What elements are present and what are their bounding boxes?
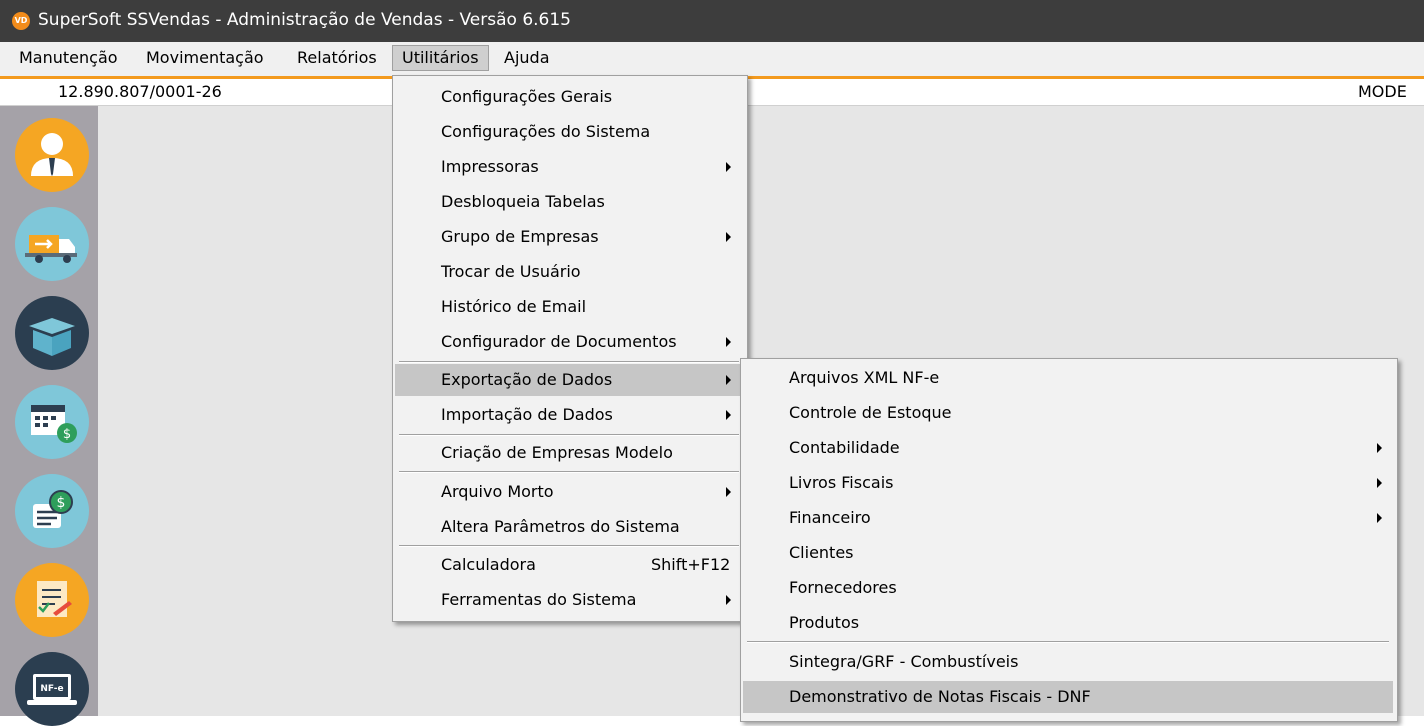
sidebar-documents-button[interactable] <box>15 563 89 637</box>
menu-separator <box>399 545 739 547</box>
submenu-item-clientes[interactable]: Clientes <box>743 537 1393 569</box>
menu-item-importacao-dados[interactable]: Importação de Dados <box>395 399 743 431</box>
sidebar-user-button[interactable] <box>15 118 89 192</box>
menu-item-exportacao-dados[interactable]: Exportação de Dados <box>395 364 743 396</box>
submenu-item-demonstrativo-dnf[interactable]: Demonstrativo de Notas Fiscais - DNF <box>743 681 1393 713</box>
menu-item-ferramentas-sistema[interactable]: Ferramentas do Sistema <box>395 584 743 616</box>
svg-text:NF-e: NF-e <box>40 684 63 694</box>
sidebar: $ $ NF-e <box>0 106 98 726</box>
submenu-arrow-icon <box>726 162 731 172</box>
utilitarios-dropdown-menu: Configurações Gerais Configurações do Si… <box>392 75 748 622</box>
menu-item-configuracoes-sistema[interactable]: Configurações do Sistema <box>395 116 743 148</box>
cnpj-label: 12.890.807/0001-26 <box>58 82 222 101</box>
menu-separator <box>747 641 1389 643</box>
menu-relatorios[interactable]: Relatórios <box>288 46 386 70</box>
submenu-arrow-icon <box>726 337 731 347</box>
menu-item-desbloqueia-tabelas[interactable]: Desbloqueia Tabelas <box>395 186 743 218</box>
menu-item-historico-email[interactable]: Histórico de Email <box>395 291 743 323</box>
calculadora-shortcut: Shift+F12 <box>651 555 731 574</box>
sidebar-stock-button[interactable] <box>15 296 89 370</box>
menu-item-arquivo-morto[interactable]: Arquivo Morto <box>395 476 743 508</box>
svg-text:$: $ <box>57 495 66 511</box>
sidebar-delivery-button[interactable] <box>15 207 89 281</box>
submenu-item-financeiro[interactable]: Financeiro <box>743 502 1393 534</box>
menu-item-trocar-usuario[interactable]: Trocar de Usuário <box>395 256 743 288</box>
menu-ajuda[interactable]: Ajuda <box>495 46 559 70</box>
box-icon <box>29 318 75 356</box>
menu-separator <box>399 434 739 436</box>
checklist-icon <box>37 581 72 617</box>
menu-item-criacao-empresas-modelo[interactable]: Criação de Empresas Modelo <box>395 437 743 469</box>
submenu-item-controle-estoque[interactable]: Controle de Estoque <box>743 397 1393 429</box>
title-bar: VD SuperSoft SSVendas - Administração de… <box>0 0 1424 42</box>
submenu-arrow-icon <box>726 410 731 420</box>
submenu-item-fornecedores[interactable]: Fornecedores <box>743 572 1393 604</box>
menu-movimentacao[interactable]: Movimentação <box>137 46 273 70</box>
bill-money-icon: $ <box>33 490 73 528</box>
submenu-item-sintegra-grf[interactable]: Sintegra/GRF - Combustíveis <box>743 646 1393 678</box>
submenu-arrow-icon <box>1377 513 1382 523</box>
submenu-item-contabilidade[interactable]: Contabilidade <box>743 432 1393 464</box>
exportacao-submenu: Arquivos XML NF-e Controle de Estoque Co… <box>740 358 1398 722</box>
submenu-item-livros-fiscais[interactable]: Livros Fiscais <box>743 467 1393 499</box>
menu-item-configuracoes-gerais[interactable]: Configurações Gerais <box>395 81 743 113</box>
submenu-item-arquivos-xml-nfe[interactable]: Arquivos XML NF-e <box>743 362 1393 394</box>
mode-label: MODE <box>1358 82 1407 101</box>
svg-text:$: $ <box>63 427 71 442</box>
menu-separator <box>399 471 739 473</box>
submenu-item-produtos[interactable]: Produtos <box>743 607 1393 639</box>
menu-item-altera-parametros[interactable]: Altera Parâmetros do Sistema <box>395 511 743 543</box>
menu-item-grupo-empresas[interactable]: Grupo de Empresas <box>395 221 743 253</box>
sidebar-billing-button[interactable]: $ <box>15 474 89 548</box>
nfe-laptop-icon: NF-e <box>27 674 77 705</box>
delivery-truck-icon <box>25 235 77 263</box>
submenu-arrow-icon <box>726 232 731 242</box>
menu-manutencao[interactable]: Manutenção <box>10 46 127 70</box>
submenu-arrow-icon <box>1377 443 1382 453</box>
window-title: SuperSoft SSVendas - Administração de Ve… <box>38 10 571 30</box>
menu-utilitarios[interactable]: Utilitários <box>392 45 489 71</box>
menu-separator <box>399 361 739 363</box>
user-icon <box>31 133 73 176</box>
menu-item-configurador-documentos[interactable]: Configurador de Documentos <box>395 326 743 358</box>
app-icon: VD <box>12 12 30 30</box>
menu-bar: Manutenção Movimentação Relatórios Utili… <box>0 42 1424 79</box>
submenu-arrow-icon <box>726 375 731 385</box>
sidebar-finance-calendar-button[interactable]: $ <box>15 385 89 459</box>
sidebar-nfe-button[interactable]: NF-e <box>15 652 89 726</box>
submenu-arrow-icon <box>1377 478 1382 488</box>
calendar-money-icon: $ <box>31 405 77 443</box>
submenu-arrow-icon <box>726 595 731 605</box>
menu-item-impressoras[interactable]: Impressoras <box>395 151 743 183</box>
submenu-arrow-icon <box>726 487 731 497</box>
